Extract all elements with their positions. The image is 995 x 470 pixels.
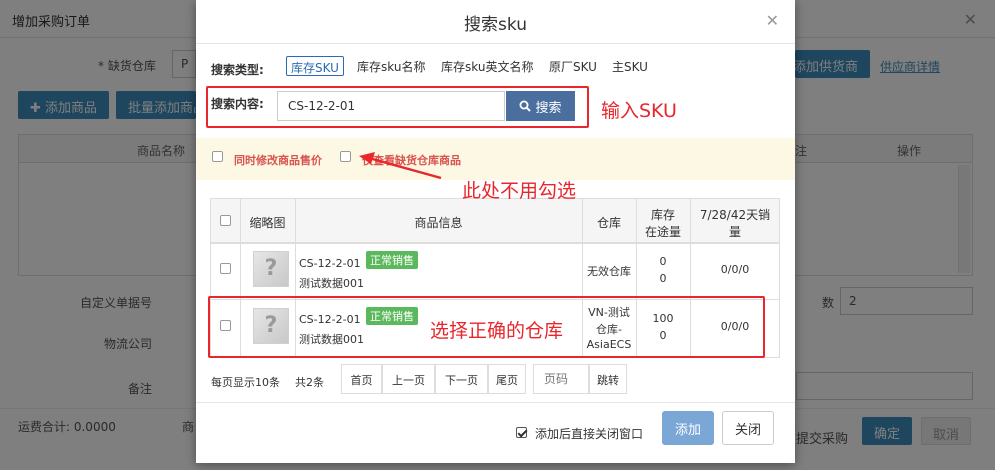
row-sales: 0/0/0: [720, 263, 750, 276]
per-page-text: 每页显示10条: [211, 376, 280, 389]
modify-price-label[interactable]: 同时修改商品售价: [234, 152, 322, 168]
row-product-name: 测试数据001: [299, 277, 364, 290]
add-button[interactable]: 添加: [662, 411, 714, 445]
row-stock: 0: [659, 255, 667, 268]
annotation-input-sku: 输入SKU: [601, 100, 677, 122]
jump-button[interactable]: 跳转: [589, 364, 627, 394]
last-page-button[interactable]: 尾页: [488, 364, 526, 394]
first-page-button[interactable]: 首页: [341, 364, 382, 394]
th-warehouse: 仓库: [596, 216, 621, 230]
total-count-text: 共2条: [295, 376, 324, 389]
select-all-checkbox[interactable]: [220, 215, 231, 226]
th-in-transit: 在途量: [644, 225, 681, 239]
search-type-stock-sku[interactable]: 库存SKU: [286, 56, 344, 76]
next-page-button[interactable]: 下一页: [435, 364, 488, 394]
modal-footer-divider: [196, 402, 795, 403]
page-number-input[interactable]: [533, 364, 589, 394]
row-checkbox[interactable]: [220, 263, 231, 274]
search-sku-modal: 搜索sku ✕ 搜索类型: 库存SKU 库存sku名称 库存sku英文名称 原厂…: [196, 0, 795, 463]
close-icon[interactable]: ✕: [766, 11, 779, 30]
only-shortage-checkbox[interactable]: [340, 151, 351, 162]
close-after-add-label[interactable]: 添加后直接关闭窗口: [535, 425, 643, 442]
close-button[interactable]: 关闭: [722, 411, 774, 445]
th-sales-cont: 量: [728, 225, 741, 239]
row-warehouse: 无效仓库: [587, 265, 631, 278]
thumbnail-placeholder-icon: ?: [253, 251, 289, 287]
annotation-box-search: [206, 86, 589, 128]
search-type-stock-sku-name[interactable]: 库存sku名称: [353, 56, 429, 76]
annotation-select-warehouse: 选择正确的仓库: [430, 320, 564, 342]
search-type-factory-sku[interactable]: 原厂SKU: [545, 56, 601, 76]
close-after-add-checkbox[interactable]: [516, 427, 527, 438]
th-product-info: 商品信息: [414, 216, 463, 230]
modal-title: 搜索sku: [464, 15, 527, 35]
modify-price-checkbox[interactable]: [212, 151, 223, 162]
th-sales: 7/28/42天销: [699, 208, 771, 222]
prev-page-button[interactable]: 上一页: [382, 364, 435, 394]
row-sku: CS-12-2-01: [299, 257, 361, 270]
search-type-stock-sku-english-name[interactable]: 库存sku英文名称: [437, 56, 537, 76]
search-type-label: 搜索类型:: [211, 63, 264, 77]
row-in-transit: 0: [659, 272, 667, 285]
status-badge: 正常销售: [366, 251, 418, 269]
annotation-no-check: 此处不用勾选: [462, 180, 577, 202]
th-stock: 库存: [650, 208, 675, 222]
row-divider: [211, 243, 779, 244]
modal-header: 搜索sku ✕: [196, 0, 795, 44]
search-type-main-sku[interactable]: 主SKU: [608, 56, 652, 76]
th-thumbnail: 缩略图: [249, 216, 286, 230]
annotation-arrow-icon: [359, 152, 442, 180]
